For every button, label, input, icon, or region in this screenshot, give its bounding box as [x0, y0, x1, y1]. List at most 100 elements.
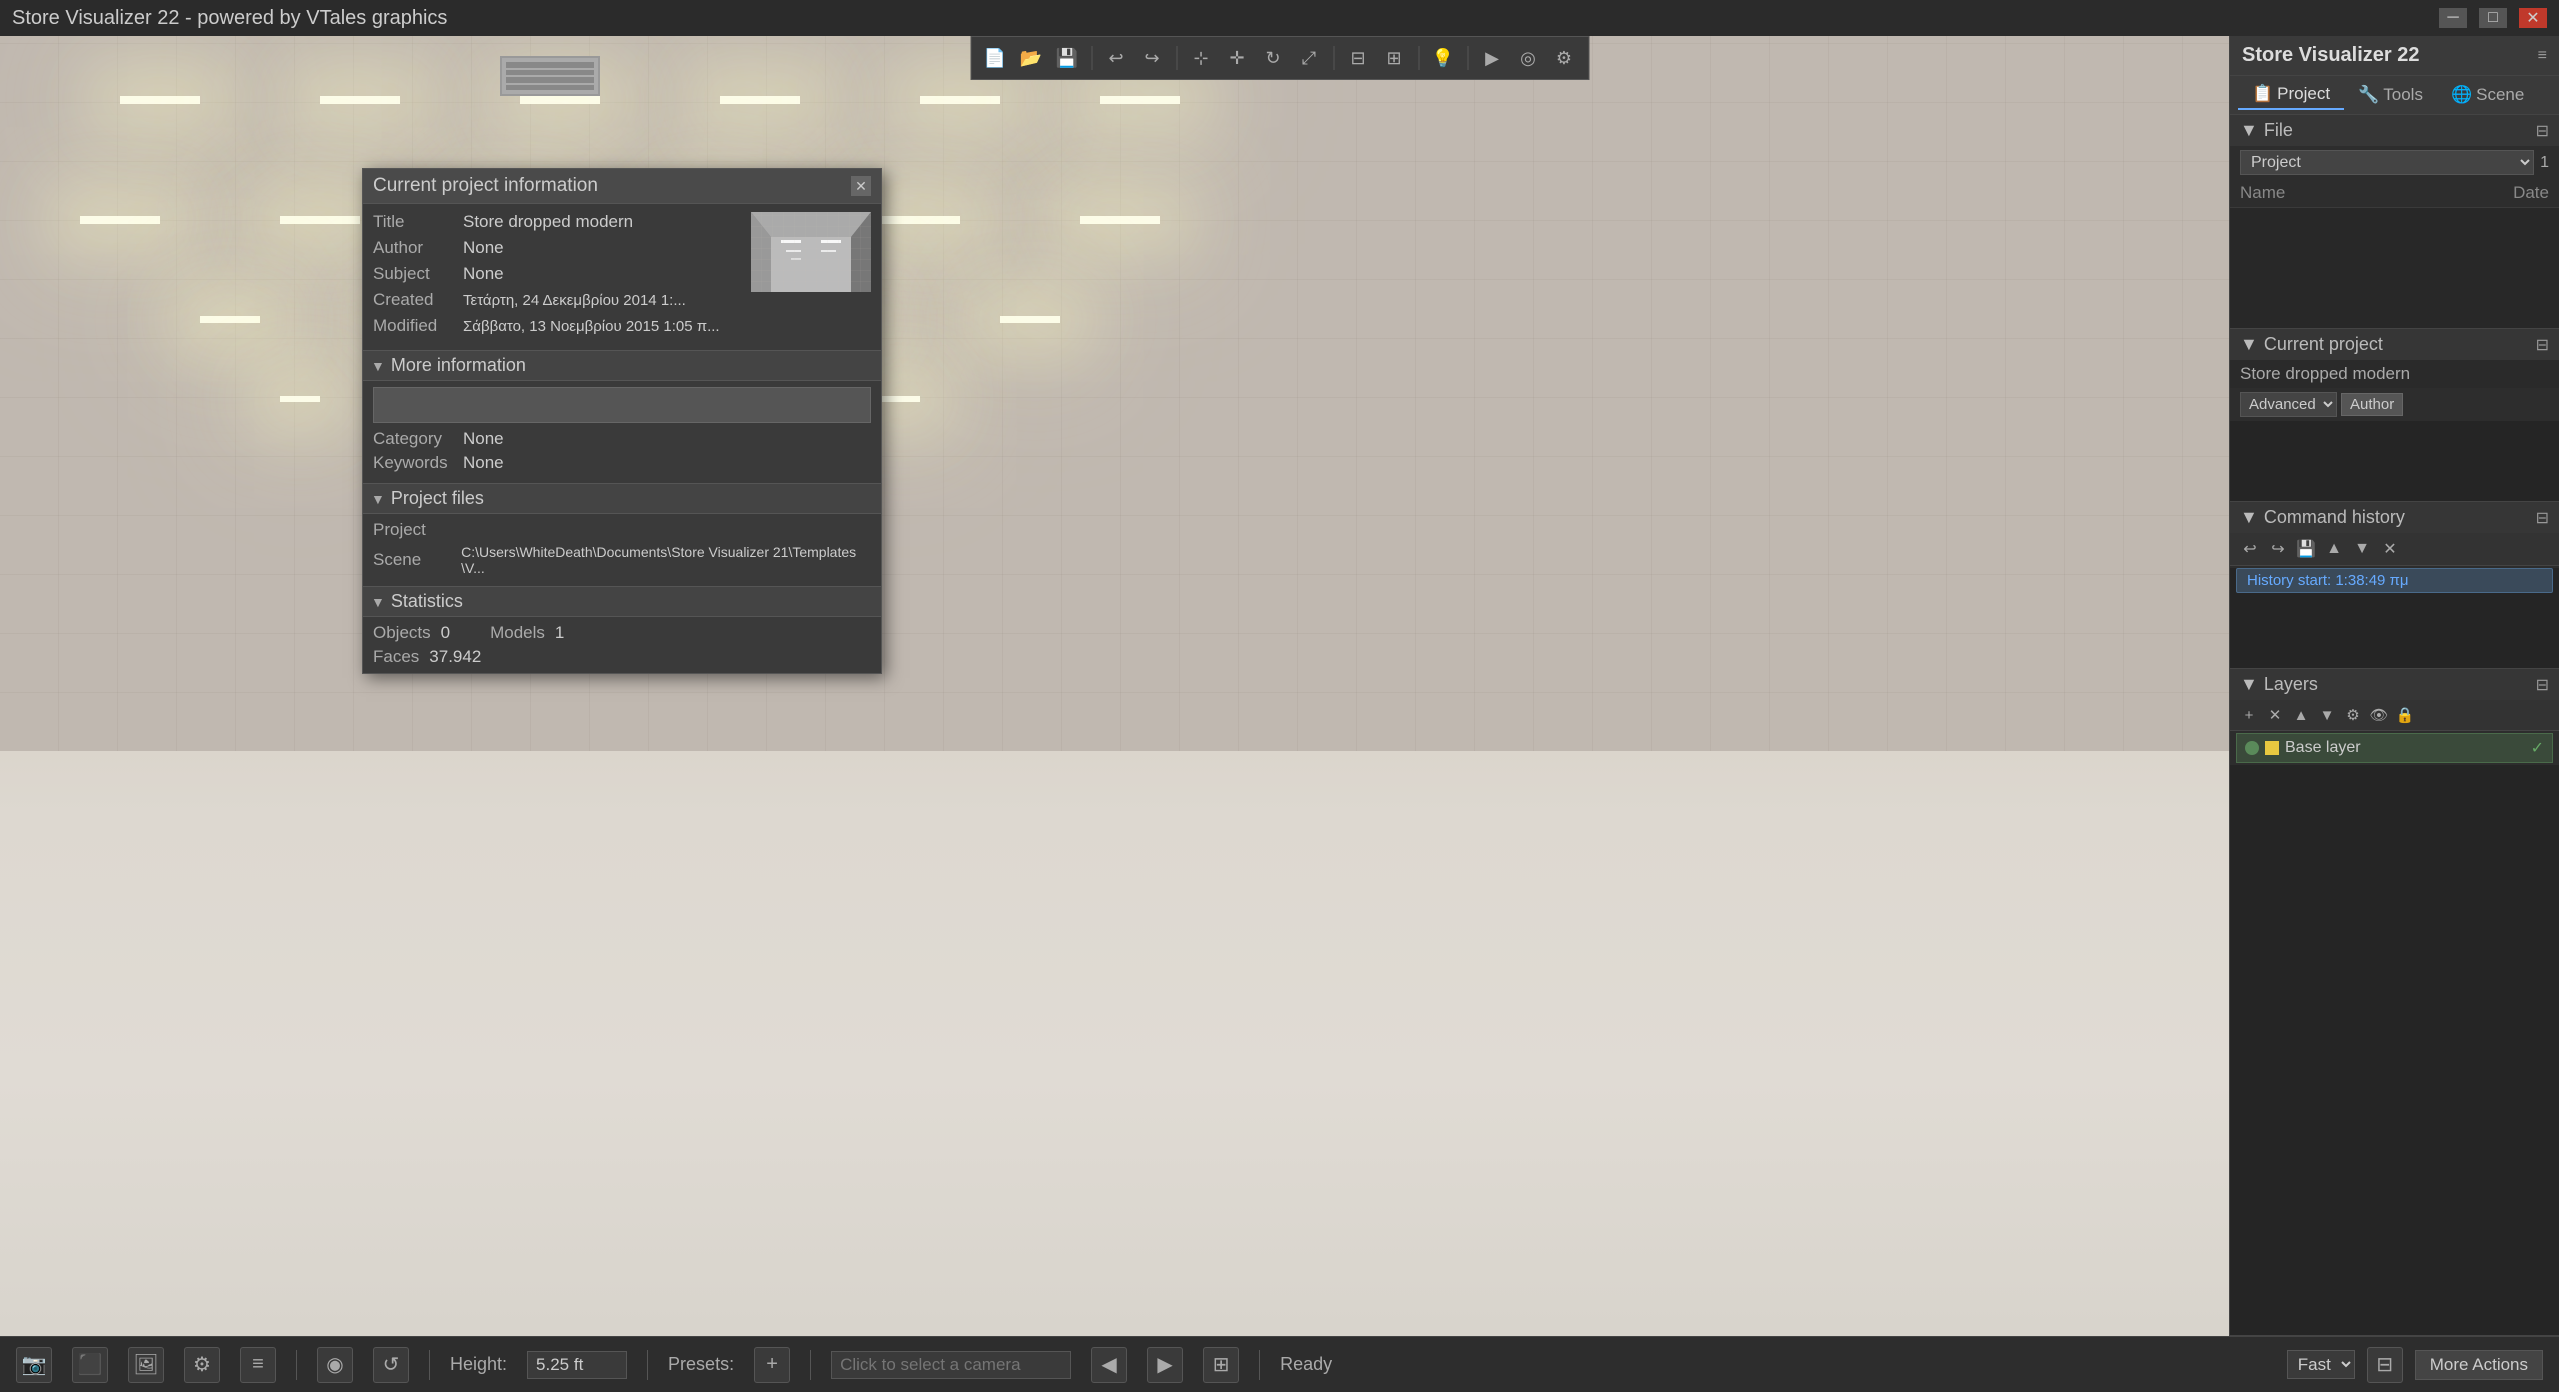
- main-viewport: [0, 36, 2229, 1336]
- redo-button[interactable]: ↪: [1136, 42, 1168, 74]
- ch-save-state-button[interactable]: 💾: [2294, 537, 2318, 561]
- author-button[interactable]: Author: [2341, 393, 2403, 416]
- layers-expand-button[interactable]: ⊟: [2536, 675, 2549, 695]
- current-project-controls: Advanced Author: [2230, 388, 2559, 421]
- layer-move-down-button[interactable]: ▼: [2316, 704, 2338, 726]
- status-texture-button[interactable]: 🖼: [128, 1347, 164, 1383]
- file-column-headers: Name Date: [2230, 179, 2559, 208]
- save-button[interactable]: 💾: [1051, 42, 1083, 74]
- layer-lock-button[interactable]: 🔒: [2394, 704, 2416, 726]
- light-button[interactable]: 💡: [1427, 42, 1459, 74]
- tab-project[interactable]: 📋 Project: [2238, 80, 2344, 110]
- reset-view-button[interactable]: ↺: [373, 1347, 409, 1383]
- more-info-section-header[interactable]: ▼ More information: [363, 350, 881, 381]
- ch-redo-button[interactable]: ↪: [2266, 537, 2290, 561]
- layers-section: ▼ Layers ⊟ + ✕ ▲ ▼ ⚙ 👁 🔒 Base layer ✓: [2230, 669, 2559, 1336]
- quality-dropdown[interactable]: Fast: [2287, 1350, 2355, 1379]
- ch-delete-button[interactable]: ✕: [2378, 537, 2402, 561]
- status-list-button[interactable]: ≡: [240, 1347, 276, 1383]
- command-history-toolbar: ↩ ↪ 💾 ▲ ▼ ✕: [2230, 533, 2559, 566]
- layers-content-area: [2230, 765, 2559, 1335]
- toolbar-sep-5: [1467, 46, 1468, 70]
- status-perspective-button[interactable]: ⬛: [72, 1347, 108, 1383]
- new-file-button[interactable]: 📄: [979, 42, 1011, 74]
- created-value: Τετάρτη, 24 Δεκεμβρίου 2014 1:...: [463, 292, 686, 309]
- tab-scene[interactable]: 🌐 Scene: [2437, 80, 2538, 110]
- more-info-content: Category None Keywords None: [363, 381, 881, 483]
- open-file-button[interactable]: 📂: [1015, 42, 1047, 74]
- maximize-button[interactable]: □: [2479, 8, 2507, 28]
- panel-nav: 📋 Project 🔧 Tools 🌐 Scene: [2230, 76, 2559, 115]
- project-files-section-header[interactable]: ▼ Project files: [363, 483, 881, 514]
- objects-stat: Objects 0: [373, 623, 450, 643]
- select-button[interactable]: ⊹: [1185, 42, 1217, 74]
- current-project-header[interactable]: ▼ Current project ⊟: [2230, 329, 2559, 360]
- project-number: 1: [2540, 154, 2549, 172]
- ch-undo-button[interactable]: ↩: [2238, 537, 2262, 561]
- category-label: Category: [373, 429, 463, 449]
- insert-button[interactable]: ⊞: [1378, 42, 1410, 74]
- command-history-list[interactable]: History start: 1:38:49 πμ: [2230, 568, 2559, 668]
- layer-eye-button[interactable]: 👁: [2368, 704, 2390, 726]
- undo-button[interactable]: ↩: [1100, 42, 1132, 74]
- light-fixture: [320, 96, 400, 104]
- file-section-expand-button[interactable]: ⊟: [2536, 121, 2549, 141]
- add-preset-button[interactable]: +: [754, 1347, 790, 1383]
- description-textarea[interactable]: [373, 387, 871, 423]
- rotate-button[interactable]: ↻: [1257, 42, 1289, 74]
- main-toolbar: 📄 📂 💾 ↩ ↪ ⊹ ✛ ↻ ⤢ ⊟ ⊞ 💡 ▶ ◎ ⚙: [970, 36, 1589, 80]
- project-dropdown[interactable]: Project: [2240, 150, 2534, 175]
- minimize-button[interactable]: ─: [2439, 8, 2467, 28]
- file-list-area[interactable]: [2230, 208, 2559, 328]
- status-settings-button[interactable]: ⚙: [184, 1347, 220, 1383]
- scale-button[interactable]: ⤢: [1293, 42, 1325, 74]
- tab-scene-label: Scene: [2476, 85, 2524, 105]
- more-actions-button[interactable]: More Actions: [2415, 1350, 2543, 1380]
- project-file-label: Project: [373, 520, 463, 540]
- settings-button[interactable]: ⚙: [1548, 42, 1580, 74]
- dialog-close-button[interactable]: ✕: [851, 176, 871, 196]
- command-history-header[interactable]: ▼ Command history ⊟: [2230, 502, 2559, 533]
- base-layer-item[interactable]: Base layer ✓: [2236, 733, 2553, 763]
- layer-move-up-button[interactable]: ▲: [2290, 704, 2312, 726]
- file-section-header[interactable]: ▼ File ⊟: [2230, 115, 2559, 146]
- layout-button[interactable]: ⊟: [2367, 1347, 2403, 1383]
- layer-delete-button[interactable]: ✕: [2264, 704, 2286, 726]
- ceiling: [0, 36, 2229, 751]
- project-files-content: Project Scene C:\Users\WhiteDeath\Docume…: [363, 514, 881, 586]
- ch-up-button[interactable]: ▲: [2322, 537, 2346, 561]
- modified-field-row: Modified Σάββατο, 13 Νοεμβρίου 2015 1:05…: [373, 316, 741, 336]
- statistics-content: Objects 0 Models 1 Faces 37.942: [363, 617, 881, 673]
- current-project-content-area: [2230, 421, 2559, 501]
- layer-add-button[interactable]: +: [2238, 704, 2260, 726]
- light-fixture: [720, 96, 800, 104]
- status-camera-button[interactable]: 📷: [16, 1347, 52, 1383]
- statistics-section-header[interactable]: ▼ Statistics: [363, 586, 881, 617]
- current-project-expand-button[interactable]: ⊟: [2536, 335, 2549, 355]
- grid-toggle-button[interactable]: ⊞: [1203, 1347, 1239, 1383]
- objects-value: 0: [441, 623, 450, 643]
- history-item[interactable]: History start: 1:38:49 πμ: [2236, 568, 2553, 593]
- close-button[interactable]: ✕: [2519, 8, 2547, 28]
- next-camera-button[interactable]: ▶: [1147, 1347, 1183, 1383]
- advanced-dropdown[interactable]: Advanced: [2240, 392, 2337, 417]
- models-value: 1: [555, 623, 564, 643]
- panel-options-button[interactable]: ≡: [2538, 47, 2547, 65]
- more-info-title: More information: [391, 355, 526, 376]
- prev-camera-button[interactable]: ◀: [1091, 1347, 1127, 1383]
- group-button[interactable]: ⊟: [1342, 42, 1374, 74]
- command-history-expand-button[interactable]: ⊟: [2536, 508, 2549, 528]
- light-fixture: [120, 96, 200, 104]
- tab-tools[interactable]: 🔧 Tools: [2344, 80, 2437, 110]
- move-button[interactable]: ✛: [1221, 42, 1253, 74]
- height-input[interactable]: [527, 1351, 627, 1379]
- render-button[interactable]: ◎: [1512, 42, 1544, 74]
- layer-active-checkmark: ✓: [2531, 738, 2544, 758]
- play-button[interactable]: ▶: [1476, 42, 1508, 74]
- layers-header[interactable]: ▼ Layers ⊟: [2230, 669, 2559, 700]
- camera-input[interactable]: [831, 1351, 1071, 1379]
- layer-settings-button[interactable]: ⚙: [2342, 704, 2364, 726]
- layer-visibility-indicator: [2245, 741, 2259, 755]
- ch-down-button[interactable]: ▼: [2350, 537, 2374, 561]
- orbit-button[interactable]: ◉: [317, 1347, 353, 1383]
